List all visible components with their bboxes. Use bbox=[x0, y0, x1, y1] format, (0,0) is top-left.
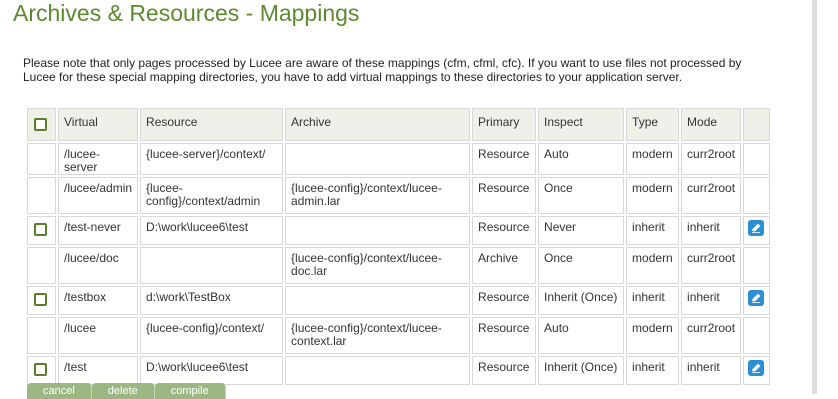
table-row: /test D:\work\lucee6\test Resource Inher… bbox=[27, 356, 771, 385]
action-button-bar: cancel delete compile bbox=[27, 383, 226, 399]
cell-mode: curr2root bbox=[681, 247, 742, 284]
cell-archive bbox=[285, 216, 471, 245]
cell-resource: {lucee-config}/context/admin bbox=[140, 177, 284, 214]
row-select-cell bbox=[27, 247, 56, 284]
cell-primary: Resource bbox=[472, 143, 537, 175]
row-edit-cell bbox=[743, 356, 771, 385]
row-edit-cell bbox=[743, 143, 771, 175]
column-header-virtual[interactable]: Virtual bbox=[58, 108, 139, 141]
column-header-type[interactable]: Type bbox=[626, 108, 680, 141]
pencil-icon[interactable] bbox=[748, 360, 765, 376]
cell-primary: Resource bbox=[472, 177, 537, 214]
table-row: /lucee/admin {lucee-config}/context/admi… bbox=[27, 177, 771, 214]
cell-inspect: Inherit (Once) bbox=[538, 356, 625, 385]
column-header-mode[interactable]: Mode bbox=[681, 108, 742, 141]
cell-archive: {lucee-config}/context/lucee-doc.lar bbox=[285, 247, 471, 284]
compile-button[interactable]: compile bbox=[154, 383, 226, 399]
row-select-cell bbox=[27, 177, 56, 214]
cell-mode: inherit bbox=[681, 356, 742, 385]
cell-inspect: Once bbox=[538, 177, 625, 214]
mappings-table: Virtual Resource Archive Primary Inspect… bbox=[25, 106, 772, 387]
column-header-resource[interactable]: Resource bbox=[140, 108, 284, 141]
cell-type: modern bbox=[626, 177, 680, 214]
pencil-icon[interactable] bbox=[748, 290, 765, 306]
cell-type: modern bbox=[626, 247, 680, 284]
select-all-checkbox-icon[interactable] bbox=[34, 118, 47, 132]
mappings-note: Please note that only pages processed by… bbox=[23, 56, 742, 84]
row-checkbox[interactable] bbox=[34, 223, 47, 237]
page-title: Archives & Resources - Mappings bbox=[13, 0, 360, 26]
cell-type: inherit bbox=[626, 356, 680, 385]
select-all-header bbox=[27, 108, 56, 141]
table-row: /lucee-server {lucee-server}/context/ Re… bbox=[27, 143, 771, 175]
cell-virtual: /testbox bbox=[58, 286, 139, 315]
cancel-button[interactable]: cancel bbox=[27, 383, 92, 399]
table-row: /lucee {lucee-config}/context/ {lucee-co… bbox=[27, 317, 771, 354]
cell-virtual: /test bbox=[58, 356, 139, 385]
cell-type: modern bbox=[626, 317, 680, 354]
column-header-inspect[interactable]: Inspect bbox=[538, 108, 625, 141]
cell-resource: {lucee-config}/context/ bbox=[140, 317, 284, 354]
row-checkbox[interactable] bbox=[34, 363, 47, 377]
cell-resource: {lucee-server}/context/ bbox=[140, 143, 284, 175]
table-row: /test-never D:\work\lucee6\test Resource… bbox=[27, 216, 771, 245]
cell-virtual: /lucee-server bbox=[58, 143, 139, 175]
row-select-cell bbox=[27, 143, 56, 175]
cell-mode: curr2root bbox=[681, 177, 742, 214]
row-edit-cell bbox=[743, 216, 771, 245]
delete-button[interactable]: delete bbox=[91, 383, 155, 399]
cell-virtual: /lucee bbox=[58, 317, 139, 354]
cell-virtual: /lucee/doc bbox=[58, 247, 139, 284]
row-edit-cell bbox=[743, 247, 771, 284]
cell-virtual: /test-never bbox=[58, 216, 139, 245]
table-row: /testbox d:\work\TestBox Resource Inheri… bbox=[27, 286, 771, 315]
column-header-archive[interactable]: Archive bbox=[285, 108, 471, 141]
cell-resource: D:\work\lucee6\test bbox=[140, 356, 284, 385]
cell-mode: curr2root bbox=[681, 143, 742, 175]
cell-mode: inherit bbox=[681, 286, 742, 315]
row-select-cell bbox=[27, 216, 56, 245]
table-header-row: Virtual Resource Archive Primary Inspect… bbox=[27, 108, 771, 141]
cell-mode: curr2root bbox=[681, 317, 742, 354]
cell-resource bbox=[140, 247, 284, 284]
cell-archive: {lucee-config}/context/lucee-admin.lar bbox=[285, 177, 471, 214]
cell-inspect: Once bbox=[538, 247, 625, 284]
row-edit-cell bbox=[743, 286, 771, 315]
cell-archive bbox=[285, 356, 471, 385]
column-header-primary[interactable]: Primary bbox=[472, 108, 537, 141]
cell-primary: Resource bbox=[472, 286, 537, 315]
cell-virtual: /lucee/admin bbox=[58, 177, 139, 214]
page-right-gutter bbox=[817, 0, 838, 394]
cell-primary: Resource bbox=[472, 216, 537, 245]
cell-inspect: Inherit (Once) bbox=[538, 286, 625, 315]
cell-inspect: Auto bbox=[538, 317, 625, 354]
cell-type: inherit bbox=[626, 286, 680, 315]
cell-type: modern bbox=[626, 143, 680, 175]
row-select-cell bbox=[27, 317, 56, 354]
cell-primary: Resource bbox=[472, 317, 537, 354]
cell-inspect: Never bbox=[538, 216, 625, 245]
cell-primary: Resource bbox=[472, 356, 537, 385]
cell-archive: {lucee-config}/context/lucee-context.lar bbox=[285, 317, 471, 354]
row-select-cell bbox=[27, 356, 56, 385]
row-select-cell bbox=[27, 286, 56, 315]
table-row: /lucee/doc {lucee-config}/context/lucee-… bbox=[27, 247, 771, 284]
cell-mode: inherit bbox=[681, 216, 742, 245]
column-header-edit bbox=[743, 108, 771, 141]
cell-type: inherit bbox=[626, 216, 680, 245]
cell-inspect: Auto bbox=[538, 143, 625, 175]
cell-resource: D:\work\lucee6\test bbox=[140, 216, 284, 245]
pencil-icon[interactable] bbox=[748, 220, 765, 236]
row-checkbox[interactable] bbox=[34, 293, 47, 307]
row-edit-cell bbox=[743, 317, 771, 354]
row-edit-cell bbox=[743, 177, 771, 214]
cell-primary: Archive bbox=[472, 247, 537, 284]
cell-resource: d:\work\TestBox bbox=[140, 286, 284, 315]
cell-archive bbox=[285, 286, 471, 315]
cell-archive bbox=[285, 143, 471, 175]
